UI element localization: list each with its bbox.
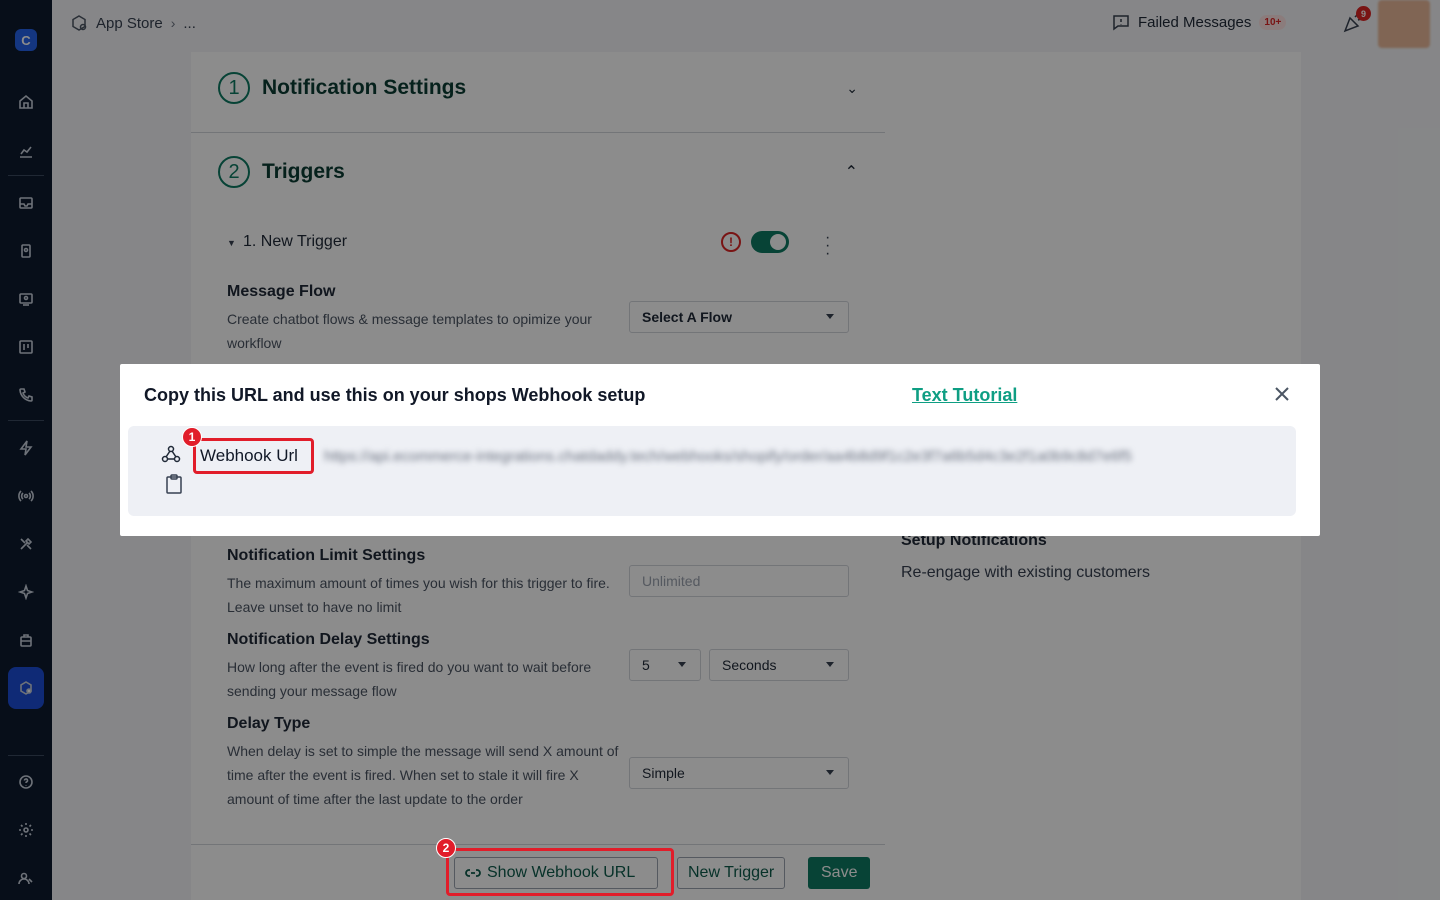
highlight-number-2: 2 [436, 838, 456, 858]
highlight-box-2 [446, 848, 674, 896]
text-tutorial-link[interactable]: Text Tutorial [912, 385, 1017, 406]
highlight-box-1 [193, 438, 314, 474]
highlight-number-1: 1 [182, 427, 202, 447]
close-icon[interactable] [1272, 384, 1294, 406]
webhook-icon [161, 444, 181, 469]
modal-title: Copy this URL and use this on your shops… [144, 385, 646, 405]
clipboard-icon[interactable] [165, 474, 183, 499]
webhook-url-value[interactable]: https://api.ecommerce-integrations.chatd… [324, 448, 1268, 465]
